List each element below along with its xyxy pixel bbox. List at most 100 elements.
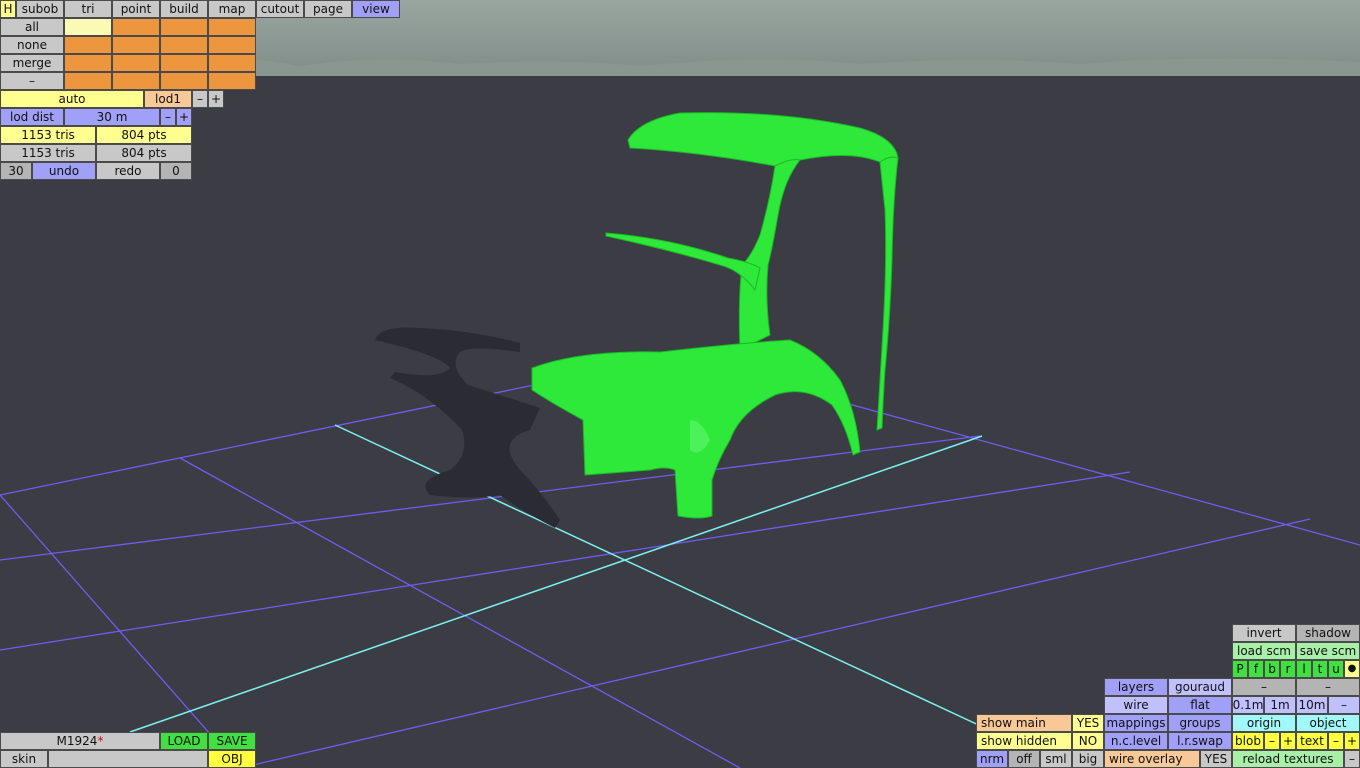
grid-minus-button[interactable]: – <box>1328 696 1360 714</box>
show-hidden-value[interactable]: NO <box>1072 732 1104 750</box>
grid-1m-button[interactable]: 1m <box>1264 696 1296 714</box>
layers-button[interactable]: layers <box>1104 678 1168 696</box>
lod-mode-button[interactable]: auto <box>0 90 144 108</box>
view-back-button[interactable]: b <box>1264 660 1280 678</box>
home-button[interactable]: H <box>0 0 16 18</box>
selection-slot[interactable] <box>64 18 112 36</box>
blob-button[interactable]: blob <box>1232 732 1264 750</box>
groups-button[interactable]: groups <box>1168 714 1232 732</box>
wire-overlay-value[interactable]: YES <box>1200 750 1232 768</box>
origin-button[interactable]: origin <box>1232 714 1296 732</box>
show-hidden-button[interactable]: show hidden <box>976 732 1072 750</box>
lod-dist-plus[interactable]: + <box>176 108 192 126</box>
selection-slot[interactable] <box>112 54 160 72</box>
skin-label[interactable]: skin <box>0 750 48 768</box>
selection-slot[interactable] <box>160 36 208 54</box>
selection-slot[interactable] <box>160 72 208 90</box>
view-front-button[interactable]: f <box>1248 660 1264 678</box>
selection-slot[interactable] <box>112 72 160 90</box>
view-dot-button[interactable]: ● <box>1344 660 1360 678</box>
tab-view[interactable]: view <box>352 0 400 18</box>
tab-map[interactable]: map <box>208 0 256 18</box>
skin-field[interactable] <box>48 750 208 768</box>
grid-0.1m-button[interactable]: 0.1m <box>1232 696 1264 714</box>
undo-button[interactable]: undo <box>32 162 96 180</box>
tab-subob[interactable]: subob <box>16 0 64 18</box>
reload-textures-button[interactable]: reload textures <box>1232 750 1344 768</box>
dash-button[interactable]: – <box>1232 678 1296 696</box>
selection-slot[interactable] <box>112 18 160 36</box>
file-panel: M1924 * LOAD SAVE skin OBJ <box>0 732 256 768</box>
save-scm-button[interactable]: save scm <box>1296 642 1360 660</box>
text-button[interactable]: text <box>1296 732 1328 750</box>
selection-slot[interactable] <box>64 36 112 54</box>
selection-slot[interactable] <box>160 18 208 36</box>
tab-cutout[interactable]: cutout <box>256 0 304 18</box>
lod-plus-button[interactable]: + <box>208 90 224 108</box>
lod-level-button[interactable]: lod1 <box>144 90 192 108</box>
select-none-button[interactable]: none <box>0 36 64 54</box>
text-minus-button[interactable]: – <box>1328 732 1344 750</box>
lod-dist-value[interactable]: 30 m <box>64 108 160 126</box>
selection-slot[interactable] <box>160 54 208 72</box>
redo-button[interactable]: redo <box>96 162 160 180</box>
normals-big-button[interactable]: big <box>1072 750 1104 768</box>
view-top-button[interactable]: t <box>1312 660 1328 678</box>
normals-off-button[interactable]: off <box>1008 750 1040 768</box>
top-menu-bar: H subob tri point build map cutout page … <box>0 0 400 18</box>
mappings-button[interactable]: mappings <box>1104 714 1168 732</box>
selection-panel: all none merge – <box>0 18 256 90</box>
object-button[interactable]: object <box>1296 714 1360 732</box>
show-main-button[interactable]: show main <box>976 714 1072 732</box>
nc-level-button[interactable]: n.c.level <box>1104 732 1168 750</box>
lod-dist-minus[interactable]: – <box>160 108 176 126</box>
merge-button[interactable]: merge <box>0 54 64 72</box>
selection-slot[interactable] <box>208 18 256 36</box>
gouraud-button[interactable]: gouraud <box>1168 678 1232 696</box>
subtract-button[interactable]: – <box>0 72 64 90</box>
blob-plus-button[interactable]: + <box>1280 732 1296 750</box>
selection-slot[interactable] <box>208 36 256 54</box>
select-all-button[interactable]: all <box>0 18 64 36</box>
normals-button[interactable]: nrm <box>976 750 1008 768</box>
grid-10m-button[interactable]: 10m <box>1296 696 1328 714</box>
redo-count: 0 <box>160 162 192 180</box>
view-under-button[interactable]: u <box>1328 660 1344 678</box>
tab-point[interactable]: point <box>112 0 160 18</box>
load-button[interactable]: LOAD <box>160 732 208 750</box>
blob-minus-button[interactable]: – <box>1264 732 1280 750</box>
tab-page[interactable]: page <box>304 0 352 18</box>
lod-minus-button[interactable]: – <box>192 90 208 108</box>
selection-slot[interactable] <box>64 54 112 72</box>
wire-overlay-button[interactable]: wire overlay <box>1104 750 1200 768</box>
pts-count: 804 pts <box>96 126 192 144</box>
tab-build[interactable]: build <box>160 0 208 18</box>
view-right-button[interactable]: r <box>1280 660 1296 678</box>
selection-slot[interactable] <box>112 36 160 54</box>
invert-button[interactable]: invert <box>1232 624 1296 642</box>
obj-button[interactable]: OBJ <box>208 750 256 768</box>
view-perspective-button[interactable]: P <box>1232 660 1248 678</box>
wire-button[interactable]: wire <box>1104 696 1168 714</box>
flat-button[interactable]: flat <box>1168 696 1232 714</box>
shadow-button[interactable]: shadow <box>1296 624 1360 642</box>
selection-slot[interactable] <box>208 54 256 72</box>
normals-small-button[interactable]: sml <box>1040 750 1072 768</box>
selection-slot[interactable] <box>208 72 256 90</box>
total-pts-count: 804 pts <box>96 144 192 162</box>
lod-dist-label: lod dist <box>0 108 64 126</box>
show-main-value[interactable]: YES <box>1072 714 1104 732</box>
selection-slot[interactable] <box>64 72 112 90</box>
lod-panel: auto lod1 – + lod dist 30 m – + 1153 tri… <box>0 90 224 180</box>
reload-minus-button[interactable]: – <box>1344 750 1360 768</box>
view-left-button[interactable]: l <box>1296 660 1312 678</box>
tab-tri[interactable]: tri <box>64 0 112 18</box>
lr-swap-button[interactable]: l.r.swap <box>1168 732 1232 750</box>
tris-count: 1153 tris <box>0 126 96 144</box>
model-name[interactable]: M1924 * <box>0 732 160 750</box>
total-tris-count: 1153 tris <box>0 144 96 162</box>
load-scm-button[interactable]: load scm <box>1232 642 1296 660</box>
text-plus-button[interactable]: + <box>1344 732 1360 750</box>
dash-button[interactable]: – <box>1296 678 1360 696</box>
save-button[interactable]: SAVE <box>208 732 256 750</box>
